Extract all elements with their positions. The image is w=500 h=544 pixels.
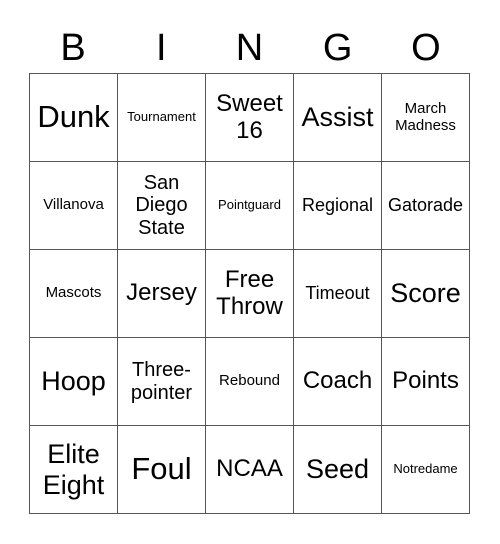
header-letter-n: N xyxy=(235,27,264,69)
header-letter-i: I xyxy=(156,27,167,69)
bingo-cell[interactable]: Gatorade xyxy=(382,162,470,250)
bingo-cell[interactable]: Regional xyxy=(294,162,382,250)
header-letter-g: G xyxy=(322,27,353,69)
bingo-cell[interactable]: Hoop xyxy=(30,338,118,426)
bingo-cell[interactable]: Three-pointer xyxy=(118,338,206,426)
bingo-cell[interactable]: Coach xyxy=(294,338,382,426)
bingo-cell[interactable]: Tournament xyxy=(118,74,206,162)
bingo-grid: Dunk Tournament Sweet 16 Assist March Ma… xyxy=(29,73,470,514)
bingo-cell[interactable]: Assist xyxy=(294,74,382,162)
bingo-cell[interactable]: Timeout xyxy=(294,250,382,338)
bingo-cell[interactable]: Foul xyxy=(118,426,206,514)
bingo-cell[interactable]: Sweet 16 xyxy=(206,74,294,162)
bingo-cell[interactable]: Rebound xyxy=(206,338,294,426)
bingo-cell[interactable]: Notredame xyxy=(382,426,470,514)
bingo-cell[interactable]: San Diego State xyxy=(118,162,206,250)
bingo-cell[interactable]: Mascots xyxy=(30,250,118,338)
bingo-cell[interactable]: Villanova xyxy=(30,162,118,250)
bingo-cell[interactable]: Free Throw xyxy=(206,250,294,338)
bingo-cell[interactable]: Pointguard xyxy=(206,162,294,250)
bingo-cell[interactable]: NCAA xyxy=(206,426,294,514)
bingo-cell[interactable]: Elite Eight xyxy=(30,426,118,514)
bingo-cell[interactable]: Dunk xyxy=(30,74,118,162)
bingo-cell[interactable]: Seed xyxy=(294,426,382,514)
bingo-cell[interactable]: Jersey xyxy=(118,250,206,338)
header-letter-o: O xyxy=(411,27,441,69)
bingo-cell[interactable]: Score xyxy=(382,250,470,338)
bingo-header: B I N G O xyxy=(29,26,470,70)
bingo-cell[interactable]: Points xyxy=(382,338,470,426)
header-letter-b: B xyxy=(60,27,86,69)
bingo-cell[interactable]: March Madness xyxy=(382,74,470,162)
